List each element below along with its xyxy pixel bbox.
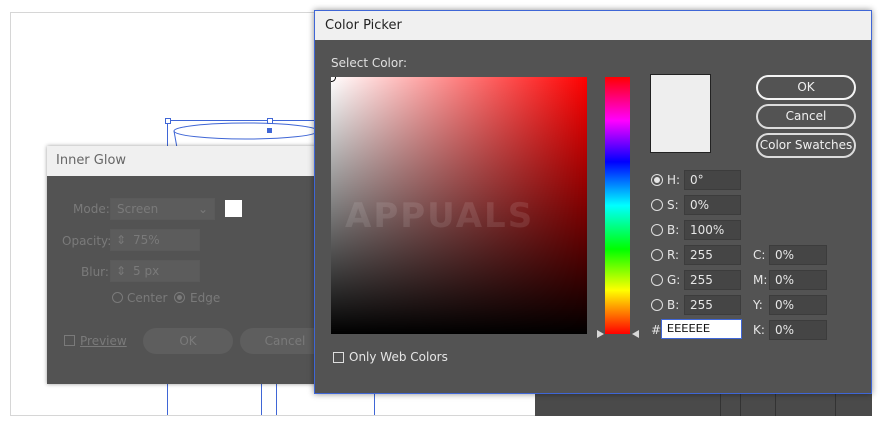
hue-slider[interactable] (605, 77, 630, 334)
inner-glow-title: Inner Glow (47, 146, 317, 176)
red-label: R: (667, 248, 680, 262)
opacity-value: 75% (133, 233, 160, 247)
color-picker-title: Color Picker (315, 11, 871, 40)
stepper-icon[interactable]: ⇕ (116, 230, 126, 250)
magenta-label: M: (753, 273, 768, 287)
preview-checkbox[interactable] (64, 335, 75, 346)
edge-label: Edge (190, 291, 221, 305)
hue-slider-right-arrow[interactable] (632, 330, 639, 338)
new-color-swatch (650, 74, 711, 153)
brightness-label: B: (667, 223, 680, 237)
red-input[interactable]: 255 (684, 245, 741, 265)
saturation-radio[interactable] (651, 199, 663, 211)
edge-radio[interactable] (174, 292, 185, 303)
blue-label: B: (667, 298, 680, 312)
mode-select-value: Screen (117, 202, 159, 216)
mode-label: Mode: (73, 202, 110, 216)
blur-input[interactable]: ⇕ 5 px (110, 260, 200, 282)
saturation-label: S: (667, 198, 679, 212)
red-radio[interactable] (651, 249, 663, 261)
yellow-label: Y: (753, 298, 763, 312)
center-radio[interactable] (112, 292, 123, 303)
center-label: Center (127, 291, 168, 305)
color-picker-dialog: Color Picker Select Color: APPUALS OK Ca… (314, 10, 872, 394)
saturation-input[interactable]: 0% (684, 195, 741, 215)
hex-prefix: # (651, 323, 662, 337)
green-radio[interactable] (651, 274, 663, 286)
ok-button[interactable]: OK (756, 75, 856, 100)
blue-input[interactable]: 255 (684, 295, 741, 315)
background-panel (535, 393, 872, 416)
blur-value: 5 px (133, 264, 160, 278)
watermark-text: APPUALS (345, 196, 535, 236)
brightness-radio[interactable] (651, 224, 663, 236)
cyan-label: C: (753, 248, 766, 262)
opacity-input[interactable]: ⇕ 75% (110, 229, 200, 251)
inner-glow-ok-button[interactable]: OK (143, 328, 233, 354)
color-swatches-button[interactable]: Color Swatches (756, 133, 856, 158)
green-label: G: (667, 273, 681, 287)
cyan-input[interactable]: 0% (769, 245, 827, 265)
hue-radio[interactable] (651, 174, 663, 186)
hue-label: H: (667, 173, 681, 187)
select-color-label: Select Color: (331, 56, 407, 70)
black-input[interactable]: 0% (769, 320, 827, 340)
color-field-cursor[interactable] (331, 77, 336, 82)
blur-label: Blur: (81, 265, 109, 279)
hue-slider-left-arrow[interactable] (597, 330, 604, 338)
inner-glow-dialog: Inner Glow Mode: Screen ⌄ Opacity: ⇕ 75%… (47, 146, 330, 384)
green-input[interactable]: 255 (684, 270, 741, 290)
hex-input[interactable]: EEEEEE (661, 319, 742, 339)
only-web-colors-checkbox[interactable] (333, 352, 344, 363)
cancel-button[interactable]: Cancel (756, 104, 856, 129)
black-label: K: (753, 323, 765, 337)
opacity-label: Opacity: (62, 234, 112, 248)
only-web-colors-label: Only Web Colors (349, 350, 448, 364)
hue-input[interactable]: 0° (684, 170, 741, 190)
stepper-icon[interactable]: ⇕ (116, 261, 126, 281)
chevron-down-icon: ⌄ (197, 202, 208, 216)
preview-label: Preview (80, 334, 127, 348)
mode-select[interactable]: Screen ⌄ (110, 198, 215, 220)
blue-radio[interactable] (651, 299, 663, 311)
magenta-input[interactable]: 0% (769, 270, 827, 290)
brightness-input[interactable]: 100% (684, 220, 741, 240)
glow-color-swatch[interactable] (225, 200, 242, 217)
yellow-input[interactable]: 0% (769, 295, 827, 315)
